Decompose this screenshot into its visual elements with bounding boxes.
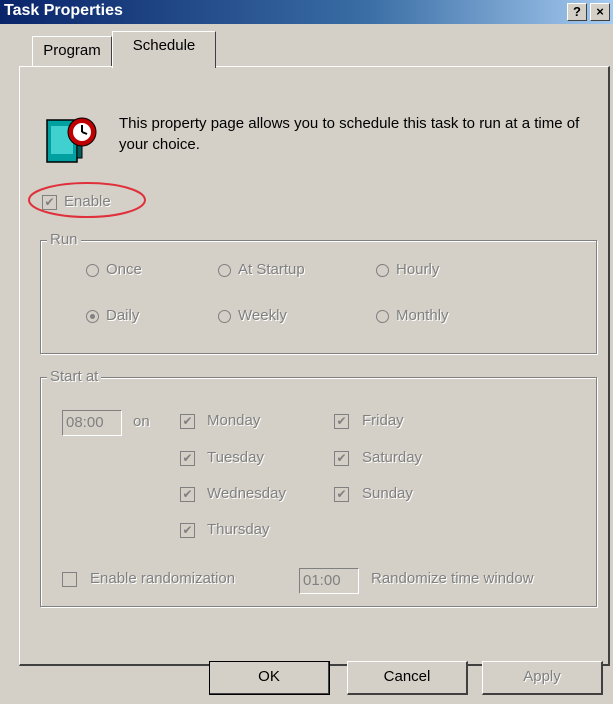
radio-monthly-label: Monthly xyxy=(396,307,449,324)
checkmark-icon: ✔ xyxy=(182,523,193,537)
cancel-button[interactable]: Cancel xyxy=(347,661,468,695)
radio-at-startup[interactable] xyxy=(218,264,231,277)
label-saturday: Saturday xyxy=(362,449,423,466)
checkmark-icon: ✔ xyxy=(336,414,347,428)
label-wednesday: Wednesday xyxy=(207,485,286,502)
checkbox-monday[interactable]: ✔ xyxy=(180,414,195,429)
apply-button[interactable]: Apply xyxy=(482,661,603,695)
checkmark-icon: ✔ xyxy=(44,195,55,209)
radio-hourly-label: Hourly xyxy=(396,261,440,278)
label-monday: Monday xyxy=(207,412,261,429)
checkbox-saturday[interactable]: ✔ xyxy=(334,451,349,466)
checkbox-thursday[interactable]: ✔ xyxy=(180,523,195,538)
ok-button[interactable]: OK xyxy=(209,661,330,695)
radio-hourly[interactable] xyxy=(376,264,389,277)
radio-daily[interactable] xyxy=(86,310,99,323)
checkmark-icon: ✔ xyxy=(182,414,193,428)
radio-daily-label: Daily xyxy=(106,307,140,324)
run-group: Run xyxy=(40,231,597,354)
radio-once-label: Once xyxy=(106,261,142,278)
radio-weekly[interactable] xyxy=(218,310,231,323)
checkbox-sunday[interactable]: ✔ xyxy=(334,487,349,502)
on-label: on xyxy=(133,413,150,430)
enable-randomization-checkbox[interactable] xyxy=(62,572,77,587)
page-description: This property page allows you to schedul… xyxy=(119,115,580,153)
checkmark-icon: ✔ xyxy=(336,451,347,465)
checkbox-wednesday[interactable]: ✔ xyxy=(180,487,195,502)
tab-program[interactable]: Program xyxy=(32,36,112,66)
radio-monthly[interactable] xyxy=(376,310,389,323)
task-properties-dialog: Task Properties ? × Program Schedule Thi… xyxy=(0,0,613,704)
label-thursday: Thursday xyxy=(207,521,270,538)
randomize-window-label: Randomize time window xyxy=(371,570,534,587)
label-friday: Friday xyxy=(362,412,404,429)
enable-randomization-label: Enable randomization xyxy=(90,570,236,587)
label-tuesday: Tuesday xyxy=(207,449,264,466)
start-time-field[interactable]: 08:00 xyxy=(62,410,122,436)
title-bar[interactable]: Task Properties ? × xyxy=(0,0,613,24)
help-button[interactable]: ? xyxy=(567,3,587,21)
tab-schedule[interactable]: Schedule xyxy=(112,31,216,68)
run-legend: Run xyxy=(47,231,81,248)
checkmark-icon: ✔ xyxy=(182,451,193,465)
enable-checkbox[interactable]: ✔ xyxy=(42,195,57,210)
close-button[interactable]: × xyxy=(590,3,610,21)
randomize-window-field[interactable]: 01:00 xyxy=(299,568,359,594)
radio-weekly-label: Weekly xyxy=(238,307,287,324)
radio-at-startup-label: At Startup xyxy=(238,261,305,278)
checkmark-icon: ✔ xyxy=(336,487,347,501)
task-clock-icon xyxy=(46,117,97,163)
label-sunday: Sunday xyxy=(362,485,413,502)
enable-label: Enable xyxy=(64,193,111,210)
window-title: Task Properties xyxy=(4,2,123,19)
start-at-legend: Start at xyxy=(47,368,102,385)
checkbox-friday[interactable]: ✔ xyxy=(334,414,349,429)
radio-once[interactable] xyxy=(86,264,99,277)
checkbox-tuesday[interactable]: ✔ xyxy=(180,451,195,466)
checkmark-icon: ✔ xyxy=(182,487,193,501)
